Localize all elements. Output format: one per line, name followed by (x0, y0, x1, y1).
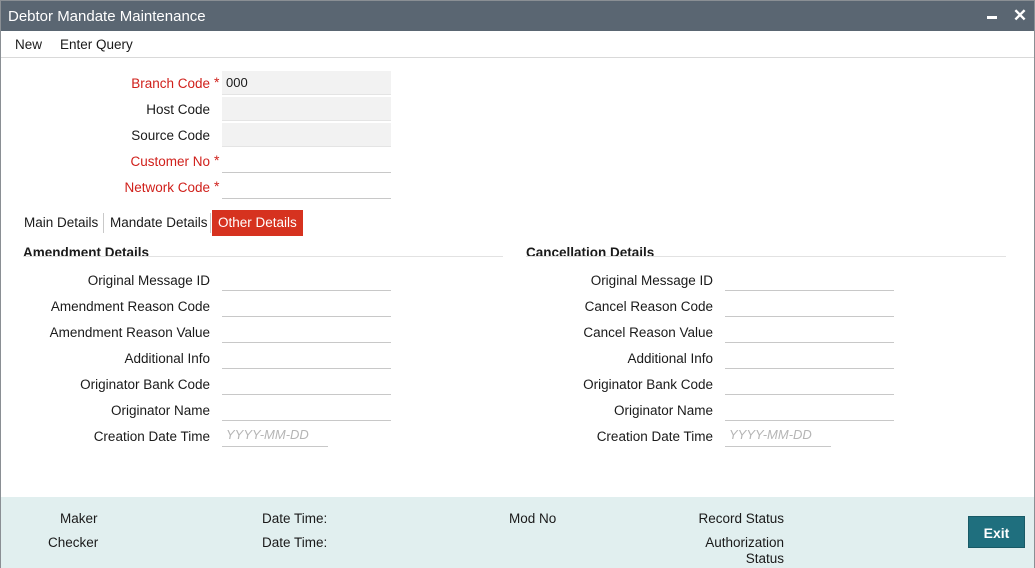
authorization-status-label-line1: Authorization (705, 535, 784, 550)
minimize-icon (987, 16, 997, 19)
checker-label: Checker (48, 535, 99, 550)
cancel-reason-code-field[interactable] (725, 293, 894, 317)
cancel-reason-value-field[interactable] (725, 319, 894, 343)
amendment-section-divider (23, 256, 503, 257)
cancel-originator-name-label: Originator Name (613, 403, 713, 418)
cancel-originator-bank-code-label: Originator Bank Code (583, 377, 713, 392)
cancellation-section-divider (526, 256, 1006, 257)
minimize-button[interactable] (981, 5, 1003, 27)
amendment-reason-value-label: Amendment Reason Value (49, 325, 210, 340)
cancel-originator-name-field[interactable] (725, 397, 894, 421)
menu-bar: New Enter Query (1, 31, 1034, 58)
branch-code-label: Branch Code (131, 76, 210, 91)
cancel-creation-date-time-label: Creation Date Time (596, 429, 713, 444)
amend-additional-info-label: Additional Info (124, 351, 210, 366)
exit-button[interactable]: Exit (968, 516, 1025, 548)
maker-date-time-label: Date Time: (262, 511, 328, 526)
amendment-reason-code-label: Amendment Reason Code (50, 299, 210, 314)
cancel-additional-info-label: Additional Info (627, 351, 713, 366)
title-bar: Debtor Mandate Maintenance ✕ (1, 1, 1034, 31)
customer-no-field[interactable] (222, 149, 391, 173)
amendment-reason-code-field[interactable] (222, 293, 391, 317)
close-icon: ✕ (1012, 6, 1028, 25)
cancel-original-message-id-field[interactable] (725, 267, 894, 291)
mod-no-label: Mod No (509, 511, 557, 526)
debtor-mandate-window: Debtor Mandate Maintenance ✕ New Enter Q… (0, 0, 1035, 568)
amend-originator-bank-code-field[interactable] (222, 371, 391, 395)
network-code-required-marker: * (214, 178, 220, 194)
branch-code-field[interactable] (222, 71, 391, 95)
amend-originator-name-field[interactable] (222, 397, 391, 421)
authorization-status-label-line2: Status (745, 551, 784, 566)
network-code-field[interactable] (222, 175, 391, 199)
tab-main-details[interactable]: Main Details (18, 210, 104, 236)
cancel-originator-bank-code-field[interactable] (725, 371, 894, 395)
source-code-field[interactable] (222, 123, 391, 147)
window-title: Debtor Mandate Maintenance (8, 8, 206, 25)
checker-date-time-label: Date Time: (262, 535, 328, 550)
cancel-reason-value-label: Cancel Reason Value (583, 325, 713, 340)
record-status-label: Record Status (698, 511, 784, 526)
menu-new[interactable]: New (15, 37, 42, 52)
amendment-reason-value-field[interactable] (222, 319, 391, 343)
menu-enter-query[interactable]: Enter Query (60, 37, 133, 52)
amend-creation-date-field[interactable] (222, 423, 328, 447)
amend-originator-bank-code-label: Originator Bank Code (80, 377, 210, 392)
tab-divider (210, 213, 211, 233)
branch-code-required-marker: * (214, 74, 220, 90)
cancel-original-message-id-label: Original Message ID (590, 273, 713, 288)
customer-no-required-marker: * (214, 152, 220, 168)
amend-original-message-id-field[interactable] (222, 267, 391, 291)
amend-creation-date-time-label: Creation Date Time (93, 429, 210, 444)
host-code-label: Host Code (146, 102, 210, 117)
maker-label: Maker (60, 511, 98, 526)
amend-original-message-id-label: Original Message ID (87, 273, 210, 288)
audit-footer: Maker Checker Date Time: Date Time: Mod … (1, 497, 1034, 568)
source-code-label: Source Code (131, 128, 210, 143)
cancel-additional-info-field[interactable] (725, 345, 894, 369)
customer-no-label: Customer No (130, 154, 210, 169)
host-code-field[interactable] (222, 97, 391, 121)
network-code-label: Network Code (124, 180, 210, 195)
close-button[interactable]: ✕ (1009, 5, 1031, 27)
cancel-creation-date-field[interactable] (725, 423, 831, 447)
tab-mandate-details[interactable]: Mandate Details (104, 210, 214, 236)
amendment-section-title: Amendment Details (23, 245, 150, 260)
cancellation-section-title: Cancellation Details (526, 245, 655, 260)
amend-originator-name-label: Originator Name (110, 403, 210, 418)
cancel-reason-code-label: Cancel Reason Code (584, 299, 713, 314)
tab-other-details[interactable]: Other Details (212, 210, 303, 236)
amend-additional-info-field[interactable] (222, 345, 391, 369)
